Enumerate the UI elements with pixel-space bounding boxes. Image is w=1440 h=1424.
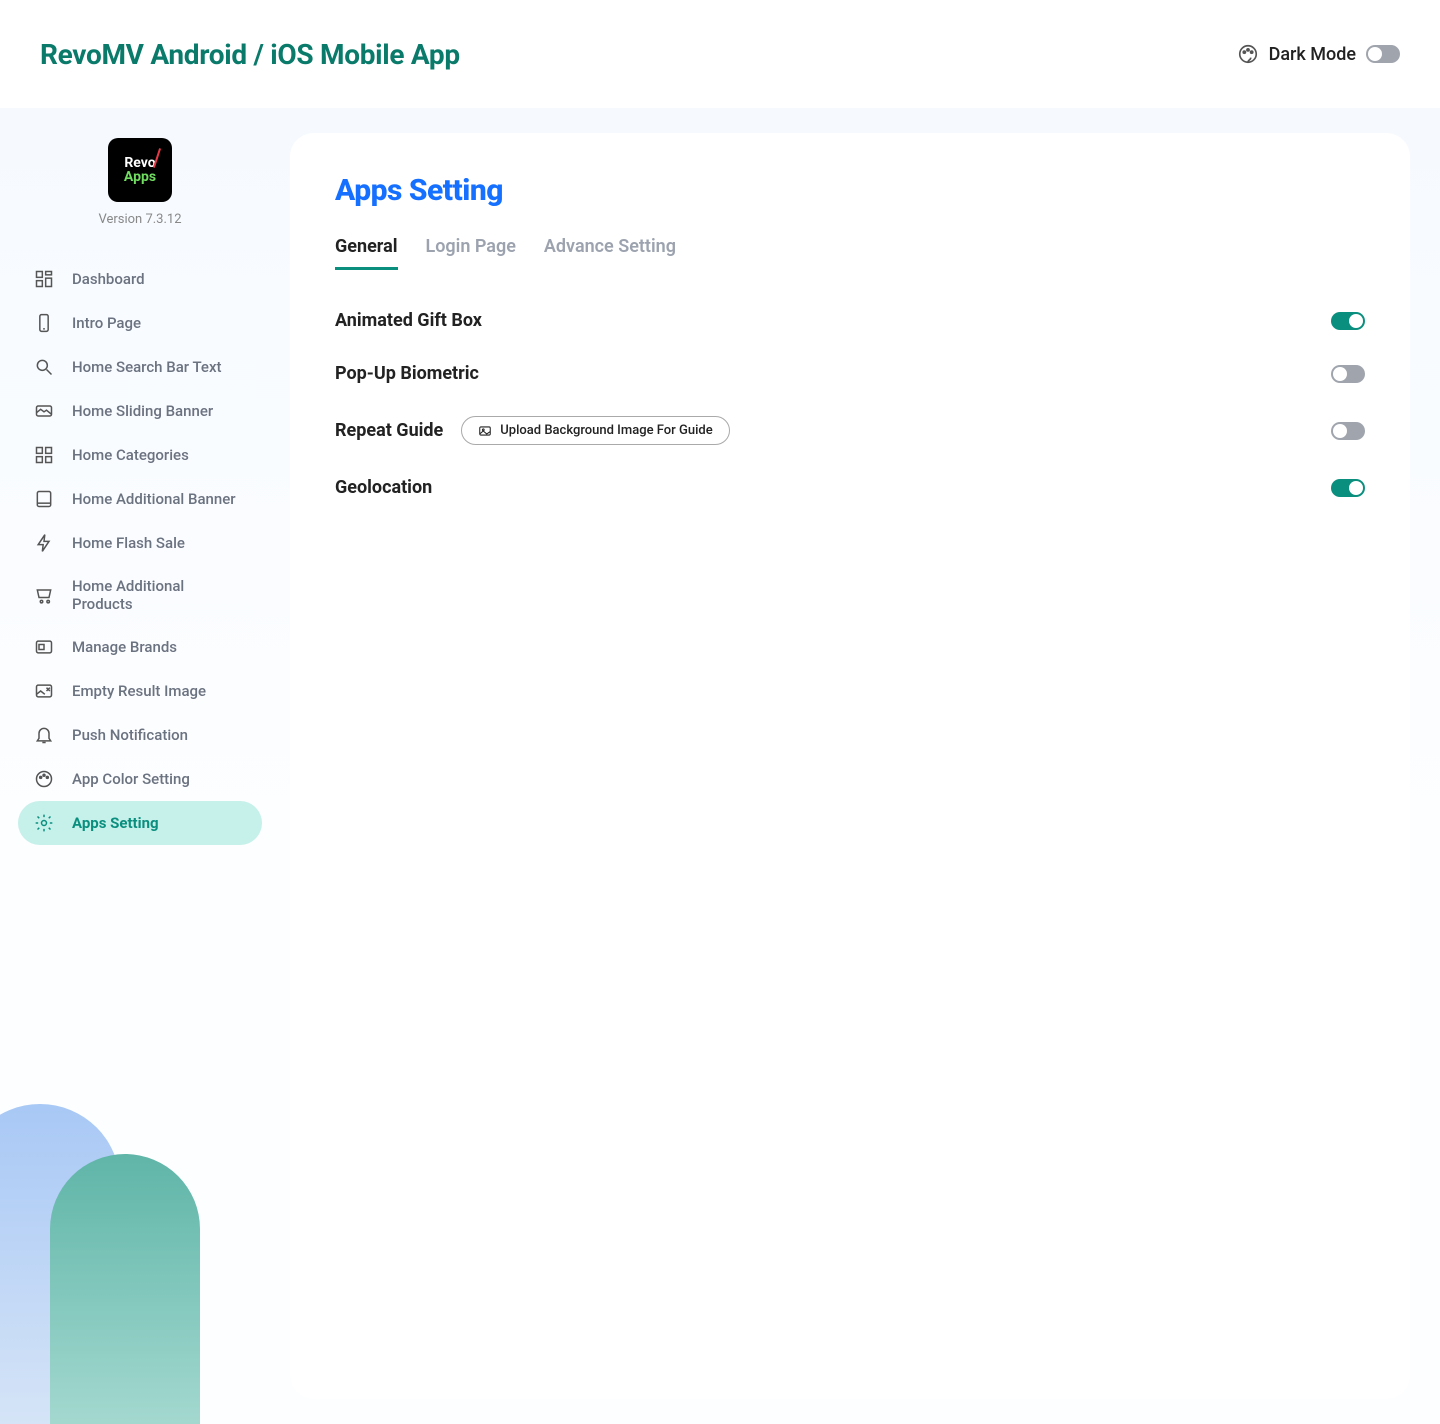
sidebar-item-app-color-setting[interactable]: App Color Setting	[18, 757, 262, 801]
sidebar-item-label: Apps Setting	[72, 814, 159, 832]
grid-icon	[34, 445, 54, 465]
sidebar-item-label: Manage Brands	[72, 638, 177, 656]
sidebar-item-home-additional-products[interactable]: Home Additional Products	[18, 565, 262, 625]
setting-label: Geolocation	[335, 477, 432, 498]
sidebar-item-intro-page[interactable]: Intro Page	[18, 301, 262, 345]
sidebar-item-label: Home Additional Products	[72, 577, 246, 613]
setting-label: Pop-Up Biometric	[335, 363, 479, 384]
dark-mode-group: Dark Mode	[1237, 43, 1400, 65]
body: Revo Apps Version 7.3.12 Dashboard Intro …	[0, 108, 1440, 1424]
sidebar-item-label: Empty Result Image	[72, 682, 206, 700]
sidebar-item-manage-brands[interactable]: Manage Brands	[18, 625, 262, 669]
sidebar-item-label: Home Search Bar Text	[72, 358, 222, 376]
card-title: Apps Setting	[335, 173, 1365, 208]
sidebar-item-empty-result-image[interactable]: Empty Result Image	[18, 669, 262, 713]
setting-row-geolocation: Geolocation	[335, 461, 1365, 514]
sidebar-item-home-search-bar-text[interactable]: Home Search Bar Text	[18, 345, 262, 389]
toggle-pop-up-biometric[interactable]	[1331, 365, 1365, 383]
app-logo: Revo Apps	[108, 138, 172, 202]
logo-wrap: Revo Apps Version 7.3.12	[0, 138, 280, 227]
sidebar-item-home-sliding-banner[interactable]: Home Sliding Banner	[18, 389, 262, 433]
sidebar-item-label: Push Notification	[72, 726, 188, 744]
main: Apps Setting General Login Page Advance Se…	[280, 108, 1440, 1424]
setting-row-animated-gift-box: Animated Gift Box	[335, 294, 1365, 347]
tab-login-page[interactable]: Login Page	[426, 236, 516, 270]
banner-icon	[34, 401, 54, 421]
setting-row-pop-up-biometric: Pop-Up Biometric	[335, 347, 1365, 400]
decoration-teal	[50, 1154, 200, 1424]
palette-icon	[34, 769, 54, 789]
palette-icon	[1237, 43, 1259, 65]
sidebar-item-label: Home Flash Sale	[72, 534, 185, 552]
tab-advance-setting[interactable]: Advance Setting	[544, 236, 676, 270]
cart-icon	[34, 585, 54, 605]
version-label: Version 7.3.12	[98, 212, 181, 227]
gear-icon	[34, 813, 54, 833]
bolt-icon	[34, 533, 54, 553]
search-icon	[34, 357, 54, 377]
setting-label: Repeat Guide	[335, 420, 443, 441]
sidebar-item-apps-setting[interactable]: Apps Setting	[18, 801, 262, 845]
setting-label: Animated Gift Box	[335, 310, 482, 331]
dark-mode-toggle[interactable]	[1366, 45, 1400, 63]
sidebar-item-home-flash-sale[interactable]: Home Flash Sale	[18, 521, 262, 565]
setting-row-repeat-guide: Repeat Guide Upload Background Image For …	[335, 400, 1365, 461]
dark-mode-label: Dark Mode	[1269, 44, 1356, 65]
page-title: RevoMV Android / iOS Mobile App	[40, 38, 460, 71]
header: RevoMV Android / iOS Mobile App Dark Mod…	[0, 0, 1440, 108]
sidebar-item-home-categories[interactable]: Home Categories	[18, 433, 262, 477]
dashboard-icon	[34, 269, 54, 289]
sidebar-item-label: Home Sliding Banner	[72, 402, 213, 420]
sidebar-item-label: Home Additional Banner	[72, 490, 236, 508]
tab-general[interactable]: General	[335, 236, 398, 270]
upload-background-button[interactable]: Upload Background Image For Guide	[461, 416, 729, 445]
sidebar: Revo Apps Version 7.3.12 Dashboard Intro …	[0, 108, 280, 1424]
image-x-icon	[34, 681, 54, 701]
phone-icon	[34, 313, 54, 333]
brand-icon	[34, 637, 54, 657]
tablet-icon	[34, 489, 54, 509]
sidebar-item-label: Intro Page	[72, 314, 141, 332]
sidebar-item-label: Dashboard	[72, 270, 145, 288]
tabs: General Login Page Advance Setting	[335, 236, 1365, 270]
toggle-animated-gift-box[interactable]	[1331, 312, 1365, 330]
sidebar-nav: Dashboard Intro Page Home Search Bar Text H…	[0, 257, 280, 845]
sidebar-item-label: App Color Setting	[72, 770, 190, 788]
sidebar-item-home-additional-banner[interactable]: Home Additional Banner	[18, 477, 262, 521]
toggle-geolocation[interactable]	[1331, 479, 1365, 497]
sidebar-item-dashboard[interactable]: Dashboard	[18, 257, 262, 301]
settings-card: Apps Setting General Login Page Advance Se…	[290, 133, 1410, 1399]
sidebar-item-label: Home Categories	[72, 446, 189, 464]
image-icon	[478, 424, 492, 438]
upload-button-label: Upload Background Image For Guide	[500, 423, 712, 438]
toggle-repeat-guide[interactable]	[1331, 422, 1365, 440]
bell-icon	[34, 725, 54, 745]
sidebar-item-push-notification[interactable]: Push Notification	[18, 713, 262, 757]
settings-list: Animated Gift Box Pop-Up Biometric Repeat …	[335, 294, 1365, 514]
